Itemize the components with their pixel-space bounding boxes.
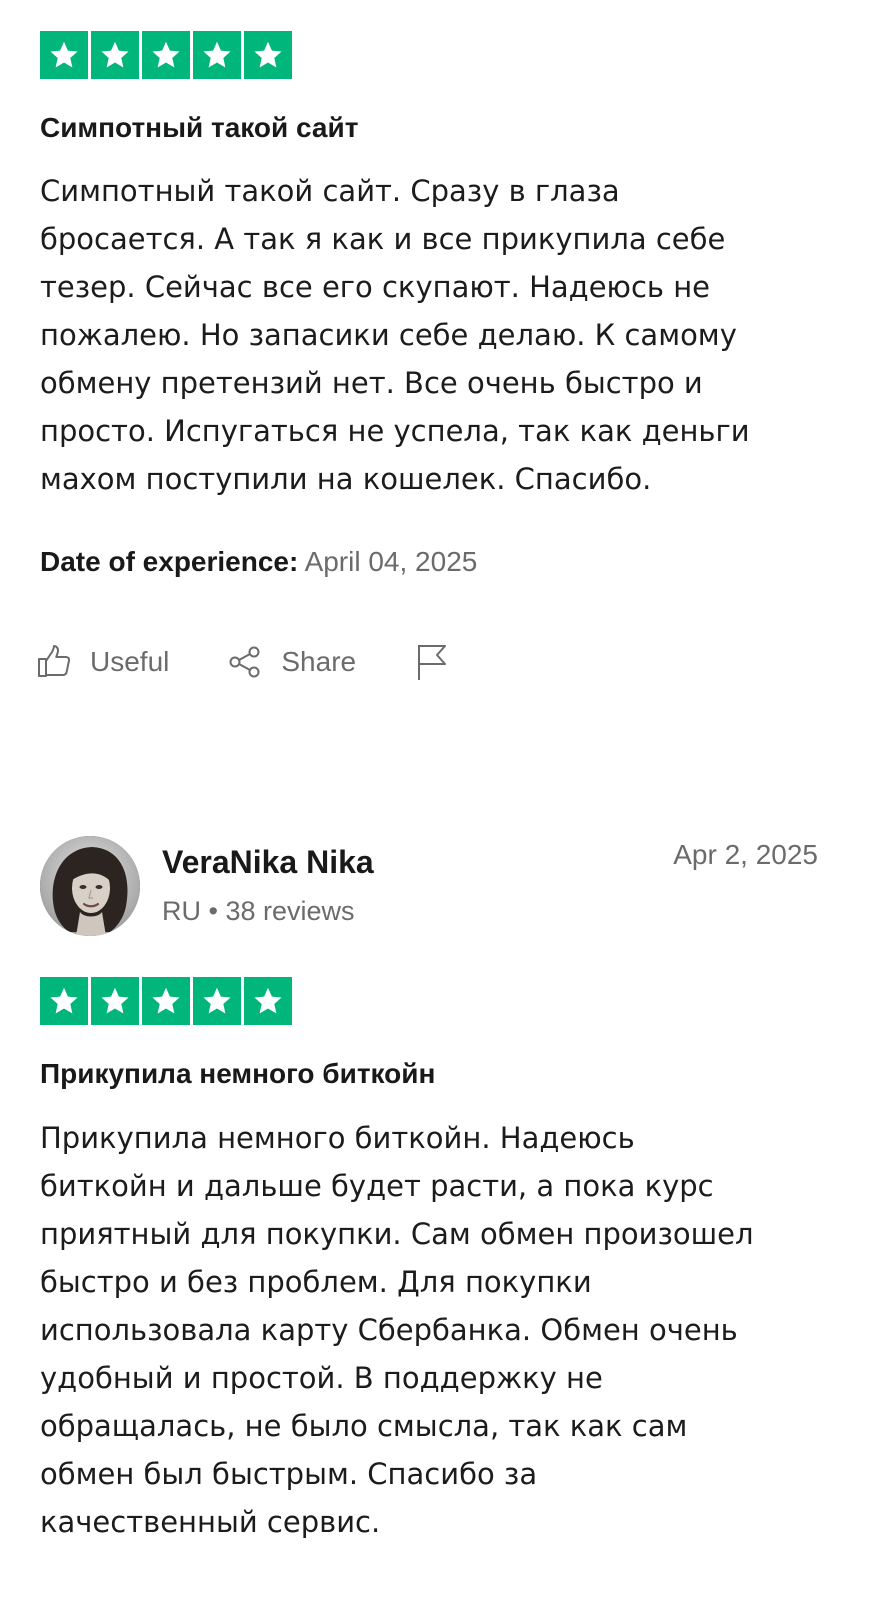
review-date: Apr 2, 2025 <box>673 839 818 870</box>
star-icon <box>244 977 292 1025</box>
reviewer-name[interactable]: VeraNika Nika <box>162 842 374 882</box>
share-icon <box>229 646 260 678</box>
star-rating <box>40 977 292 1025</box>
star-icon <box>193 31 241 79</box>
review-body-line: тезер. Сейчас все его скупают. Надеюсь н… <box>40 270 711 304</box>
avatar[interactable] <box>40 836 140 936</box>
review-body-line: обращалась, не было смысла, так как сам <box>40 1409 688 1443</box>
review-body-line: просто. Испугаться не успела, так как де… <box>40 414 750 448</box>
share-label: Share <box>281 646 357 677</box>
review-title[interactable]: Прикупила немного биткойн <box>40 1056 435 1092</box>
thumbs-up-icon <box>38 645 71 677</box>
star-icon <box>91 977 139 1025</box>
date-of-experience-value: April 04, 2025 <box>304 546 478 577</box>
review-body-line: обмену претензий нет. Все очень быстро и <box>40 366 703 400</box>
review-body-line: использовала карту Сбербанка. Обмен очен… <box>40 1313 738 1347</box>
meta-separator: • <box>208 896 218 926</box>
date-of-experience: Date of experience: April 04, 2025 <box>40 545 477 579</box>
review-body-line: приятный для покупки. Сам обмен произоше… <box>40 1217 754 1251</box>
review-actions: Useful Share <box>36 638 450 686</box>
flag-icon <box>418 645 447 680</box>
reviewer-meta: RU • 38 reviews <box>162 894 355 928</box>
review-body-line: Симпотный такой сайт. Сразу в глаза <box>40 174 620 208</box>
useful-label: Useful <box>90 646 170 677</box>
review-title[interactable]: Симпотный такой сайт <box>40 110 358 146</box>
reviewer-review-count: 38 reviews <box>225 896 355 926</box>
share-button[interactable]: Share <box>227 644 356 680</box>
review-body-line: бросается. А так я как и все прикупила с… <box>40 222 726 256</box>
review-body: Прикупила немного биткойн. Надеюсь битко… <box>40 1114 830 1546</box>
star-icon <box>40 31 88 79</box>
star-icon <box>142 31 190 79</box>
review-body-line: качественный сервис. <box>40 1505 381 1539</box>
review-body-line: биткойн и дальше будет расти, а пока кур… <box>40 1169 714 1203</box>
review-body-line: обмен был быстрым. Спасибо за <box>40 1457 538 1491</box>
review-body-line: быстро и без проблем. Для покупки <box>40 1265 592 1299</box>
review-body-line: Прикупила немного биткойн. Надеюсь <box>40 1121 635 1155</box>
review-body-line: удобный и простой. В поддержку не <box>40 1361 603 1395</box>
star-icon <box>91 31 139 79</box>
reviewer-country: RU <box>162 896 201 926</box>
review-body: Симпотный такой сайт. Сразу в глаза брос… <box>40 167 830 503</box>
star-icon <box>142 977 190 1025</box>
star-icon <box>40 977 88 1025</box>
report-button[interactable] <box>414 642 450 682</box>
review-body-line: махом поступили на кошелек. Спасибо. <box>40 462 652 496</box>
star-icon <box>193 977 241 1025</box>
review-body-line: пожалею. Но запасики себе делаю. К самом… <box>40 318 737 352</box>
star-rating <box>40 31 292 79</box>
star-icon <box>244 31 292 79</box>
useful-button[interactable]: Useful <box>36 644 169 680</box>
date-of-experience-label: Date of experience: <box>40 546 299 577</box>
